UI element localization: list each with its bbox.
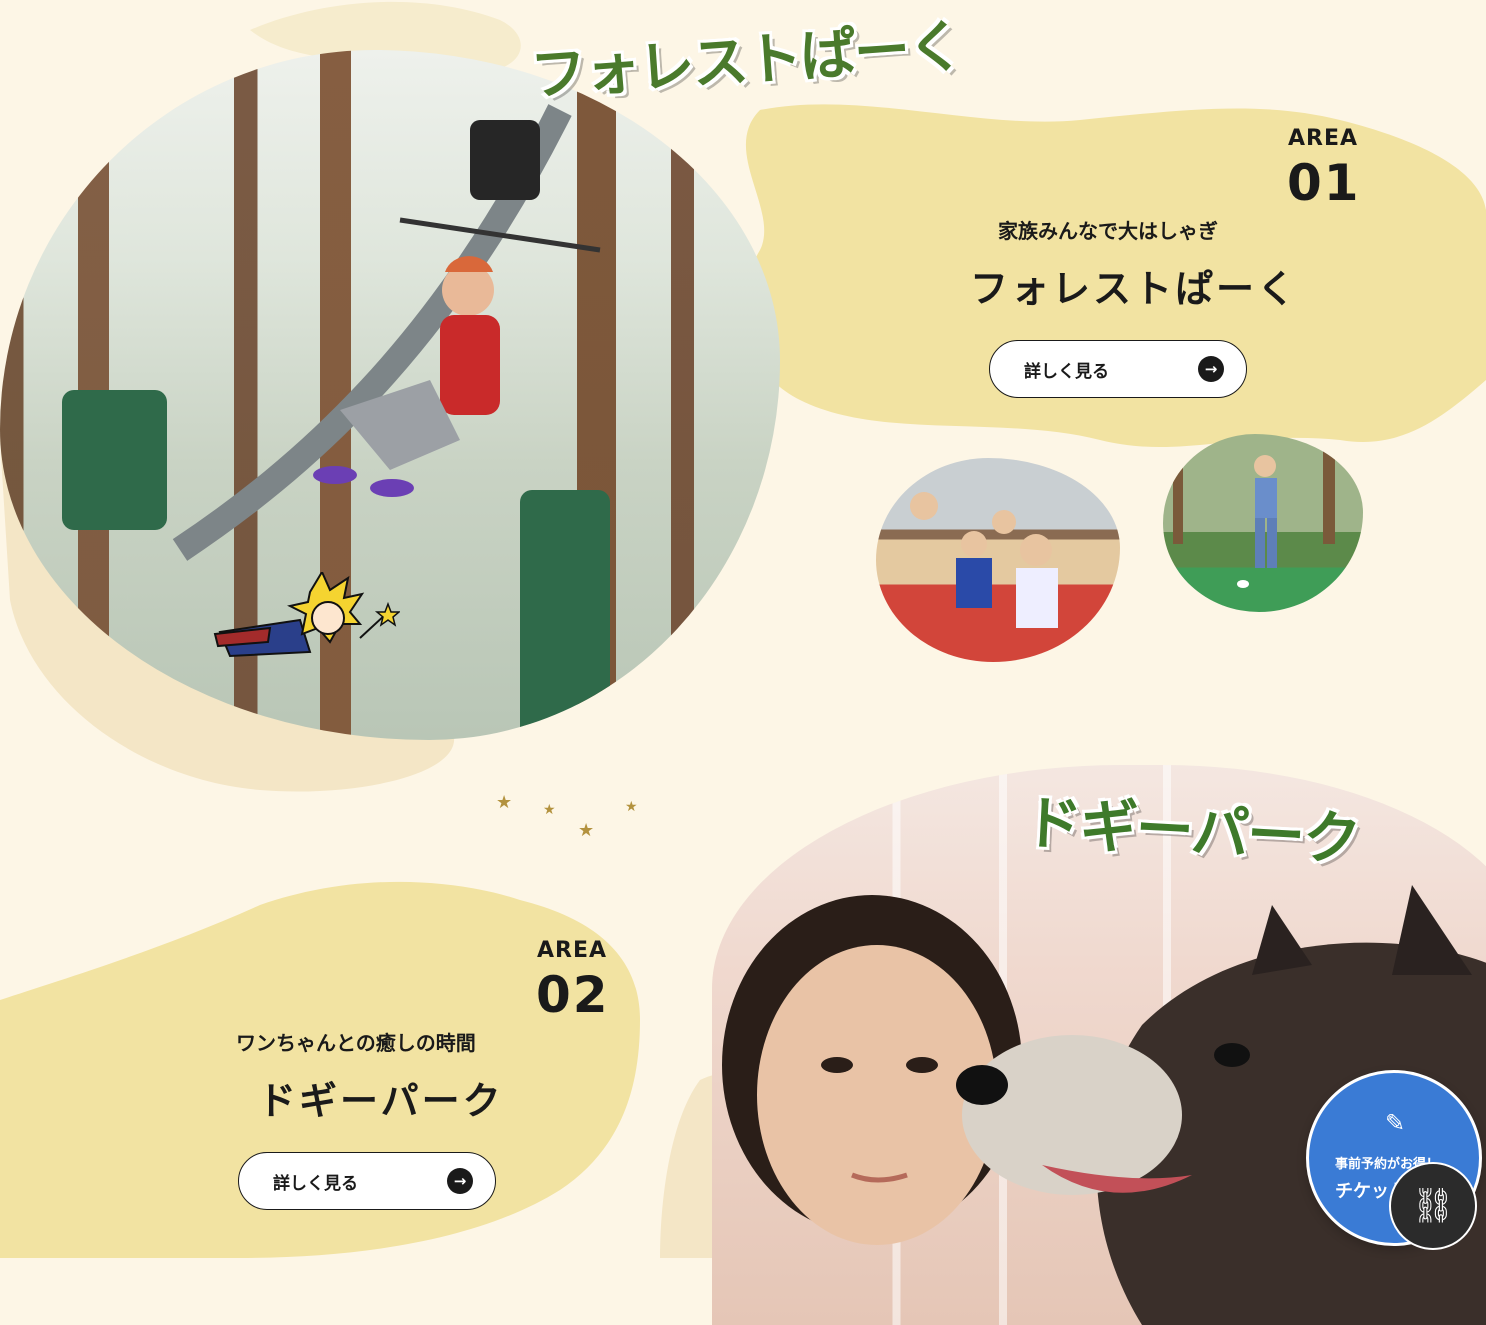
area-01-number: 01 <box>1287 154 1361 212</box>
area-01-details-button[interactable]: 詳しく見る → <box>989 340 1247 398</box>
area-02-tagline: ワンちゃんとの癒しの時間 <box>236 1031 476 1055</box>
arrow-right-icon: → <box>1198 356 1224 382</box>
area-02-number: 02 <box>536 966 610 1024</box>
decor-star: ★ <box>543 802 556 818</box>
mascot-character-illustration <box>213 572 400 658</box>
decor-star: ★ <box>625 799 638 815</box>
area-02-title: ドギーパーク <box>258 1079 504 1123</box>
area-01-label: AREA <box>1288 126 1359 151</box>
decor-star: ★ <box>496 792 513 813</box>
area-02-details-button[interactable]: 詳しく見る → <box>238 1152 496 1210</box>
share-link-button[interactable]: ⛓ <box>1389 1162 1477 1250</box>
decor-star: ★ <box>578 820 595 841</box>
area-01-tagline: 家族みんなで大はしゃぎ <box>998 219 1218 243</box>
details-button-label: 詳しく見る <box>273 1173 358 1194</box>
doggy-park-logo: ドギーパーク <box>1022 788 1361 874</box>
ticket-icon: ✎ <box>1385 1109 1406 1137</box>
area-01-title: フォレストぱーく <box>970 267 1299 311</box>
arrow-right-icon: → <box>447 1168 473 1194</box>
area-02-label: AREA <box>537 938 608 963</box>
details-button-label: 詳しく見る <box>1024 361 1109 382</box>
link-icon: ⛓ <box>1411 1186 1455 1226</box>
